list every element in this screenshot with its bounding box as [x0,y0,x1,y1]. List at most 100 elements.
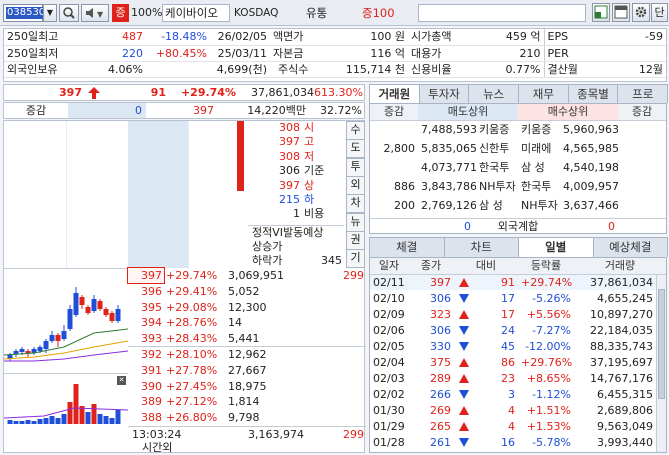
orderbook-row[interactable]: 392 +28.10% 12,962 [128,347,366,363]
orderbook-row[interactable]: 396 +29.41% 5,052 [128,284,366,300]
broker-row[interactable]: 2,800 5,835,065 신한투 미래에 4,565,985 [370,139,666,158]
scroll-thumb[interactable] [658,289,665,399]
volume-bar [55,418,61,424]
orderbook-panel: 308 시 397 고 308 저 306 기준 397 상 215 하 1 비용 정적VI발동예상 상승… [3,120,366,454]
daily-date: 02/06 [373,323,405,337]
side-tabs: 수도투외차뉴권기 [346,121,365,269]
close-chart-icon[interactable]: ✕ [117,376,126,385]
volume-chart [3,384,129,424]
search-button[interactable] [59,4,79,22]
tab-broker-4[interactable]: 종목별 [567,84,619,103]
daily-date: 02/05 [373,339,405,353]
orderbook-row[interactable]: 394 +28.76% 14 [128,315,366,331]
daily-row[interactable]: 02/05 330 45 -12.00% 88,335,743 [370,338,666,354]
price-info-value: 308 [279,149,300,163]
screen-button[interactable] [612,3,630,22]
tab-daily-3[interactable]: 예상체결 [592,237,668,257]
price-info-label: 비용 [304,207,325,221]
price-info-value: 1 [293,207,300,221]
diff-left: 0 [68,103,146,118]
broker-panel: 거래원 투자자 뉴스 재무 종목별 프로 증감 매도상위 매수상위 증감 7,488,593 키움… [369,84,669,234]
side-tab[interactable]: 기 [346,249,365,269]
broker-row[interactable]: 886 3,843,786 NH투자 한국투 4,009,957 [370,177,666,196]
daily-row[interactable]: 02/09 323 17 +5.56% 10,897,270 [370,306,666,322]
candle-body [91,299,97,311]
tab-broker-0[interactable]: 거래원 [369,84,420,103]
tab-daily-1[interactable]: 차트 [443,237,519,257]
daily-change-cell: 4 [454,402,518,418]
info-row: 외국인보유 4.06% 4,699(천) 주식수 115,714 천 신용비율 0.77% 결… [4,61,666,78]
side-tab[interactable]: 권 [346,230,365,250]
broker-cell [618,177,666,196]
daily-change-cell: 24 [454,322,518,338]
down-triangle-icon [459,437,469,447]
orderbook-volume: 12,300 [228,300,267,314]
daily-row[interactable]: 02/04 375 86 +29.76% 37,195,697 [370,354,666,370]
daily-change: 91 [501,275,515,289]
orderbook-row[interactable]: 390 +27.45% 18,975 [128,379,366,395]
info-cell: 4,699(천) [210,61,270,78]
volume-bar [7,420,13,424]
stock-name-field[interactable]: 케이바이오 [162,4,230,22]
side-tab[interactable]: 외 [346,175,365,195]
mini-volume: ✕ [3,373,129,425]
orderbook-row[interactable]: 393 +28.43% 5,441 [128,331,366,347]
tab-broker-2[interactable]: 뉴스 [468,84,520,103]
orderbook-row[interactable]: 391 +27.78% 27,667 [128,363,366,379]
settings-button[interactable] [632,3,650,22]
orderbook-rate: +28.10% [166,348,218,361]
orderbook-rate: +27.78% [166,363,218,377]
orderbook-row[interactable]: 388 +26.80% 9,798 [128,410,366,426]
daily-row[interactable]: 01/28 261 16 -5.78% 3,993,440 [370,434,666,450]
daily-row[interactable]: 02/10 306 17 -5.26% 4,655,245 [370,290,666,306]
daily-row[interactable]: 02/02 266 3 -1.12% 6,455,315 [370,386,666,402]
orderbook-row[interactable]: 397 +29.74% 3,069,951 299 [127,267,366,284]
price-info-row: 1 비용 [248,207,344,221]
orderbook-extra: 299 [343,269,364,282]
info-cell: +80.45% [146,45,210,62]
daily-row[interactable]: 02/06 306 24 -7.27% 22,184,035 [370,322,666,338]
search-icon [63,7,75,19]
daily-row[interactable]: 02/03 289 23 +8.65% 14,767,176 [370,370,666,386]
daily-volume: 3,993,440 [597,435,653,449]
side-tab[interactable]: 도 [346,139,365,159]
tab-broker-5[interactable]: 프로 [617,84,669,103]
daily-volume: 6,455,315 [597,387,653,401]
info-cell: 487 [68,29,146,46]
orderbook-volume: 18,975 [228,379,267,393]
candle-body [79,297,85,305]
side-tab[interactable]: 수 [346,121,365,140]
orderbook-rate: +28.43% [166,332,218,346]
tab-broker-3[interactable]: 재무 [518,84,569,103]
orderbook-rate: +29.08% [166,300,218,314]
up-triangle-icon [459,309,469,319]
broker-row[interactable]: 200 2,769,126 삼 성 NH투자 3,637,466 [370,196,666,215]
info-cell: 25/03/11 [210,45,270,62]
layout-button[interactable] [592,3,610,22]
after-hours-label[interactable]: 시간외 [142,441,172,454]
orderbook-row[interactable]: 395 +29.08% 12,300 [128,300,366,316]
orderbook-price: 391 [141,363,162,377]
tab-daily-2[interactable]: 일별 [518,237,594,257]
daily-change-cell: 45 [454,338,518,354]
daily-date: 02/09 [373,307,405,321]
code-dropdown-button[interactable]: ▼ [43,4,57,22]
stock-code-input[interactable]: 038530 [3,4,47,22]
daily-scrollbar[interactable] [656,275,666,452]
side-tab[interactable]: 차 [346,194,365,214]
single-button[interactable]: 단 [651,3,668,22]
tab-daily-0[interactable]: 체결 [369,237,445,257]
daily-row[interactable]: 01/30 269 4 +1.51% 2,689,806 [370,402,666,418]
broker-row[interactable]: 7,488,593 키움증 키움증 5,960,963 [370,120,666,139]
daily-row[interactable]: 01/29 265 4 +1.53% 9,563,049 [370,418,666,434]
daily-row[interactable]: 02/11 397 91 +29.74% 37,861,034 [370,274,666,290]
orderbook-row[interactable]: 389 +27.12% 1,814 [128,394,366,410]
side-tab[interactable]: 투 [346,157,365,177]
daily-change: 4 [508,403,515,417]
broker-row[interactable]: 4,073,771 한국투 삼 성 4,540,198 [370,158,666,177]
info-cell: 자본금 [270,45,314,62]
side-tab[interactable]: 뉴 [346,212,365,232]
tab-broker-1[interactable]: 투자자 [418,84,470,103]
volume-bar [97,414,103,424]
sound-button[interactable]: ▼ [81,4,109,22]
